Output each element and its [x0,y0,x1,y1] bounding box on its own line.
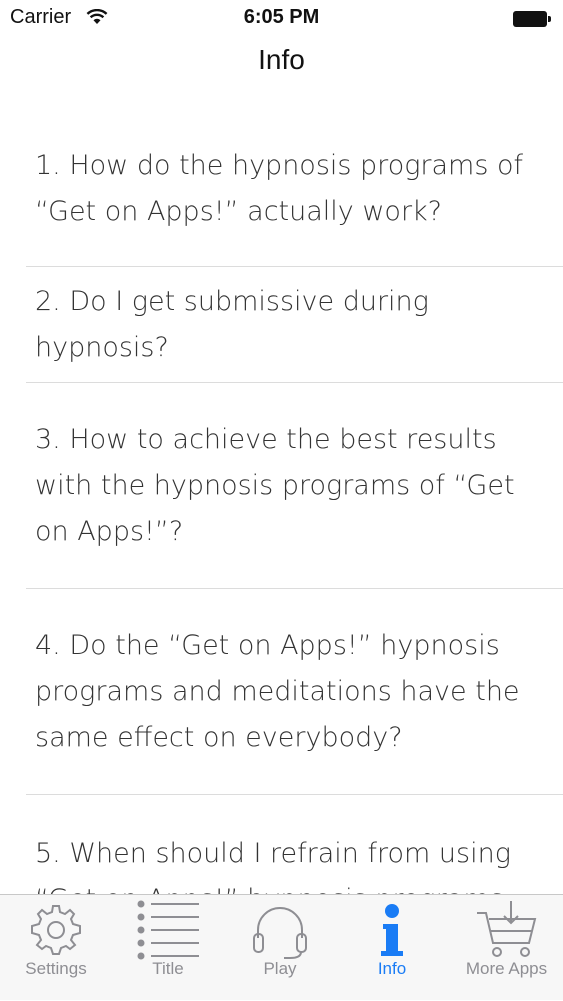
tab-title[interactable]: Title [112,895,224,1001]
faq-item-1[interactable]: 1. How do the hypnosis programs of “Get … [26,112,563,267]
status-bar: Carrier 6:05 PM [0,0,563,40]
tab-settings[interactable]: Settings [0,895,112,1001]
faq-item-4[interactable]: 4. Do the “Get on Apps!” hypnosis progra… [26,589,563,795]
info-icon [336,899,448,961]
page-title: Info [258,44,305,75]
tab-label: Title [152,959,184,978]
tab-label: Settings [25,959,87,978]
faq-list: 1. How do the hypnosis programs of “Get … [0,112,563,894]
faq-item-text: 2. Do I get submissive during hypnosis? [35,285,429,363]
tab-bar: Settings Title Play Info More Apps [0,894,563,1000]
faq-item-2[interactable]: 2. Do I get submissive during hypnosis? [26,267,563,383]
tab-info[interactable]: Info [336,895,448,1001]
faq-item-text: 3. How to achieve the best results with … [35,423,515,547]
tab-play[interactable]: Play [224,895,336,1001]
tab-label: More Apps [465,959,548,978]
faq-item-3[interactable]: 3. How to achieve the best results with … [26,383,563,589]
tab-label: Info [377,959,407,978]
battery-icon [513,11,551,27]
gear-icon [0,899,112,961]
cart-icon [450,899,563,961]
tab-label: Play [263,959,297,978]
faq-item-text: 5. When should I refrain from using “Get… [35,838,511,894]
faq-item-text: 4. Do the “Get on Apps!” hypnosis progra… [35,629,520,753]
faq-item-5[interactable]: 5. When should I refrain from using “Get… [26,795,563,894]
tab-more-apps[interactable]: More Apps [450,895,563,1001]
faq-item-text: 1. How do the hypnosis programs of “Get … [35,150,524,227]
headphones-icon [224,899,336,961]
status-time: 6:05 PM [243,6,320,28]
list-icon [112,899,224,961]
